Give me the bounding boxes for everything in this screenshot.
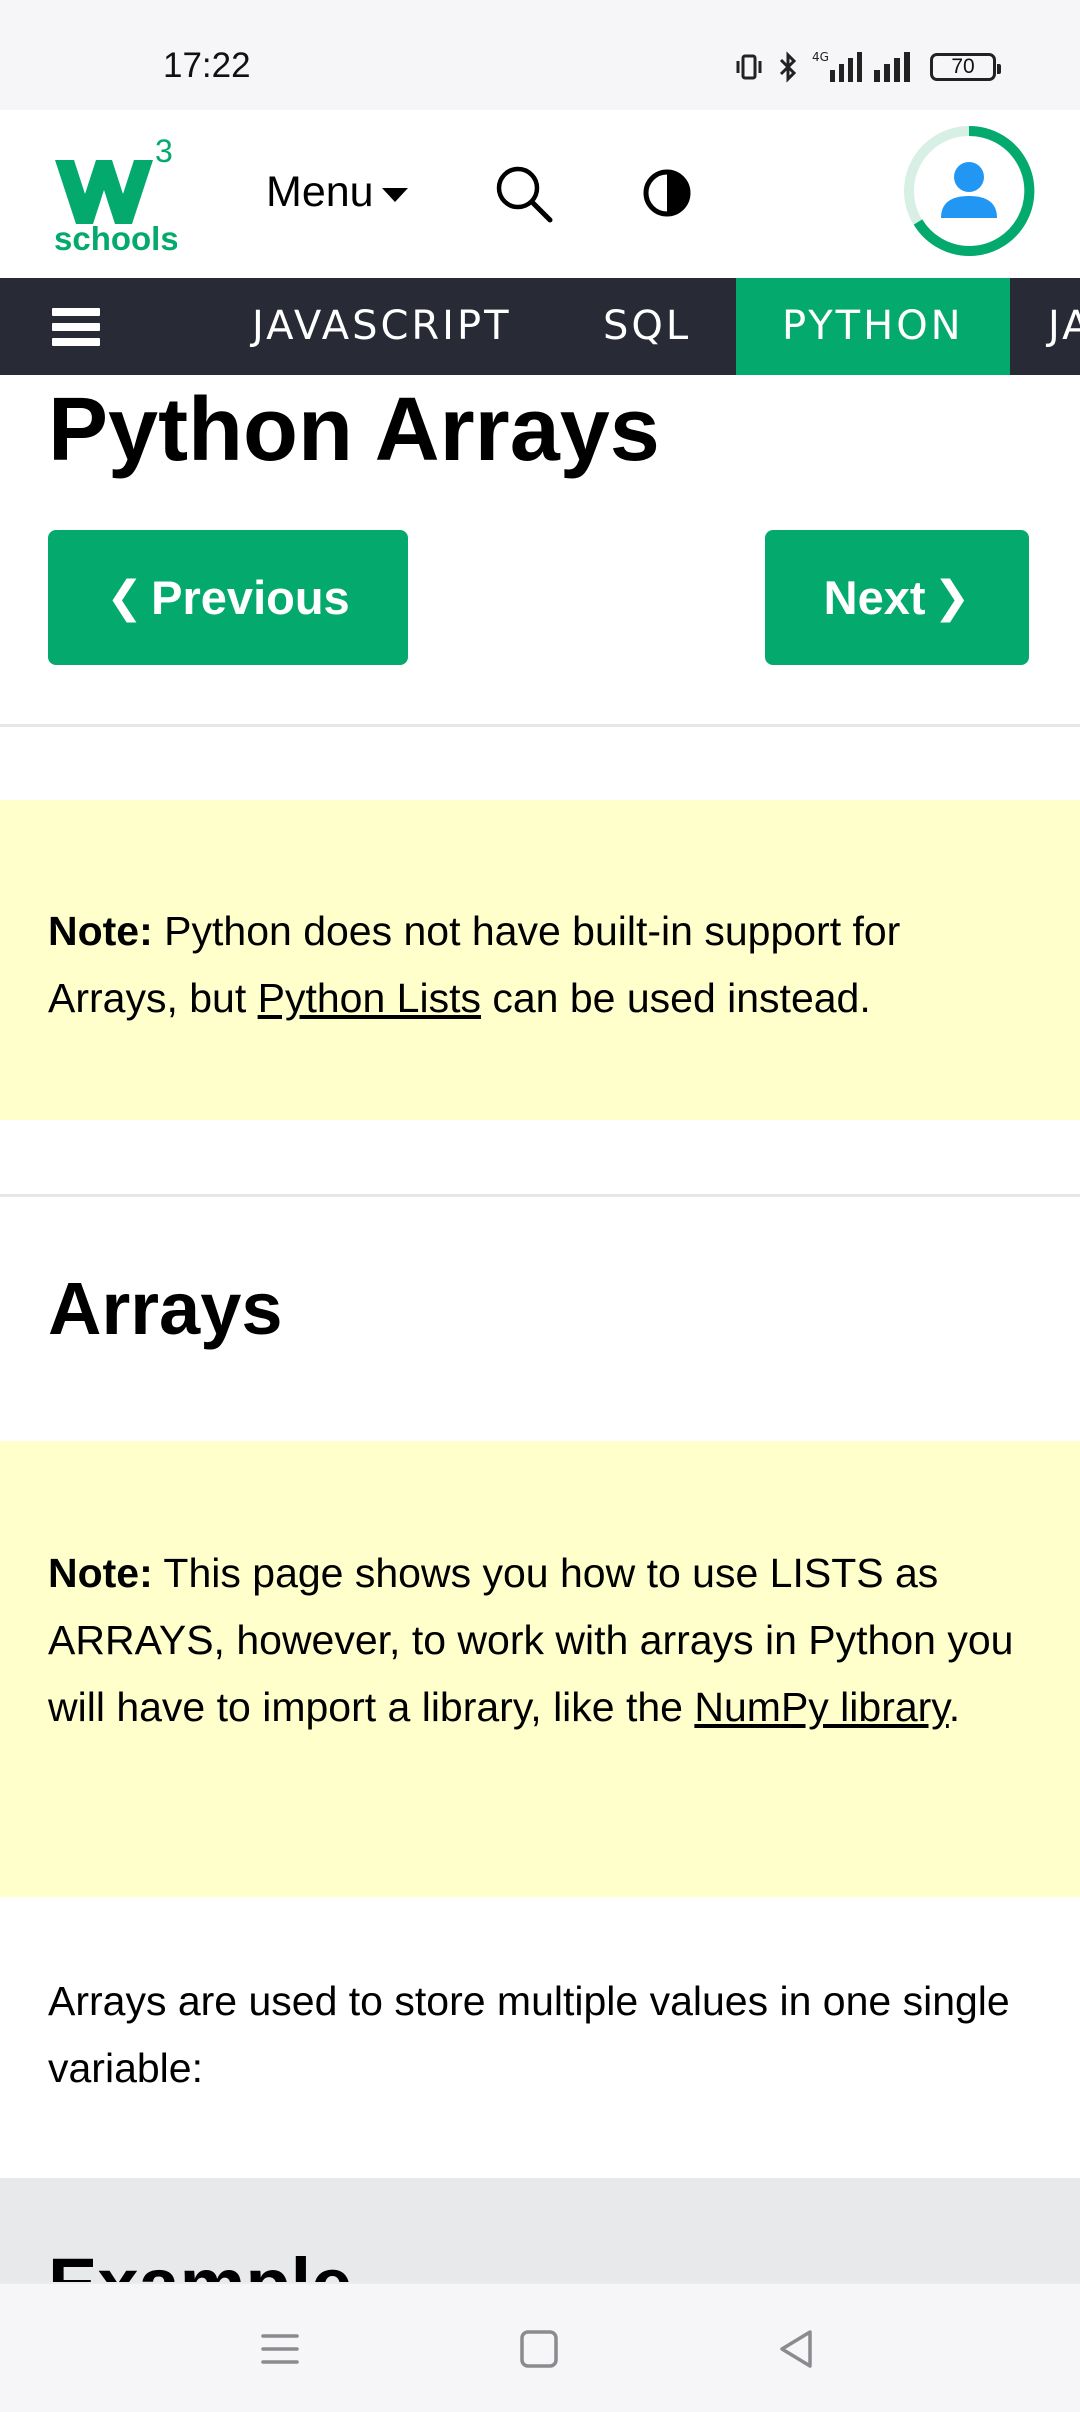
status-bar: 17:22 4G 70 (0, 0, 1080, 110)
topic-tab-bar: JAVASCRIPT SQL PYTHON JA (0, 278, 1080, 375)
tab-javascript[interactable]: JAVASCRIPT (252, 278, 512, 375)
previous-button[interactable]: ❮ Previous (48, 530, 408, 665)
divider (0, 724, 1080, 727)
menu-button[interactable]: Menu (266, 168, 408, 217)
hamburger-menu-icon[interactable] (52, 308, 100, 346)
logo-superscript: 3 (155, 133, 173, 169)
chevron-left-icon: ❮ (106, 573, 144, 622)
home-icon[interactable] (512, 2322, 566, 2376)
intro-paragraph: Arrays are used to store multiple values… (48, 1978, 1010, 2091)
note-text: Note: This page shows you how to use LIS… (48, 1540, 1020, 1741)
note-label: Note: (48, 908, 153, 954)
bluetooth-icon (776, 51, 800, 83)
battery-icon: 70 (930, 53, 1001, 81)
previous-label: Previous (151, 571, 350, 624)
divider (0, 1194, 1080, 1197)
system-navigation-bar (0, 2282, 1080, 2412)
status-time: 17:22 (163, 46, 251, 85)
back-icon[interactable] (770, 2322, 824, 2376)
signal-icon (874, 50, 918, 84)
recent-apps-icon[interactable] (253, 2322, 307, 2376)
battery-level: 70 (951, 55, 975, 78)
status-icons: 4G 70 (734, 50, 1001, 84)
section-heading-arrays: Arrays (48, 1267, 283, 1350)
chevron-right-icon: ❯ (933, 573, 971, 622)
menu-label: Menu (266, 168, 374, 216)
network-type-label: 4G (812, 50, 829, 64)
page-title: Python Arrays (48, 380, 660, 480)
note-text-part: . (948, 1684, 961, 1730)
python-lists-link[interactable]: Python Lists (258, 975, 481, 1021)
note-text: Note: Python does not have built-in supp… (48, 898, 1020, 1032)
numpy-library-link[interactable]: NumPy library (694, 1684, 948, 1730)
next-label: Next (823, 571, 926, 624)
vibrate-icon (734, 52, 764, 82)
w3schools-logo[interactable]: 3 schools (52, 132, 179, 257)
contrast-toggle-icon[interactable] (642, 168, 692, 218)
tab-java[interactable]: JA (1048, 278, 1080, 375)
search-icon[interactable] (494, 164, 554, 224)
note-box-numpy: Note: This page shows you how to use LIS… (0, 1441, 1080, 1897)
logo-text: schools (54, 220, 177, 252)
tab-sql[interactable]: SQL (603, 278, 691, 375)
site-header: 3 schools Menu (0, 110, 1080, 278)
signal-4g-icon: 4G (812, 50, 862, 84)
caret-down-icon (381, 187, 408, 202)
note-box-lists: Note: Python does not have built-in supp… (0, 800, 1080, 1120)
note-label: Note: (48, 1550, 153, 1596)
tab-python[interactable]: PYTHON (736, 278, 1010, 375)
user-avatar-icon[interactable] (902, 124, 1036, 258)
next-button[interactable]: Next ❯ (765, 530, 1029, 665)
note-text-part: can be used instead. (480, 975, 871, 1021)
